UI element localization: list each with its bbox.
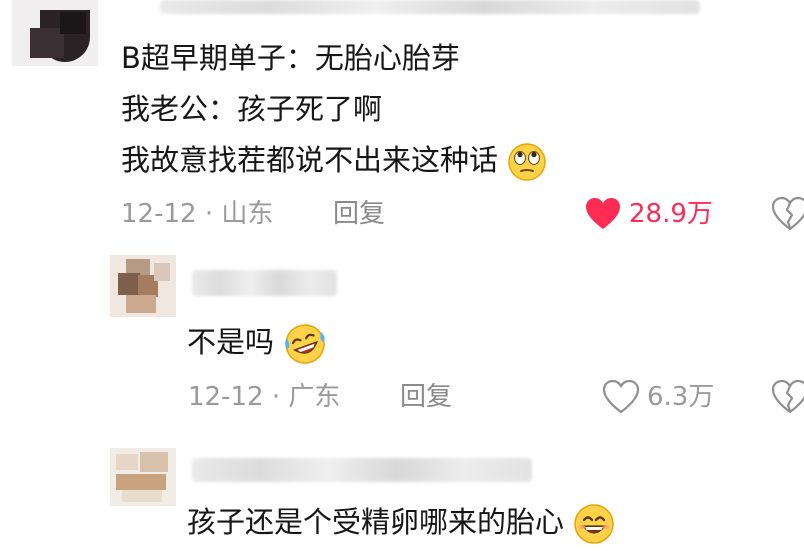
username-blurred[interactable] — [192, 270, 337, 296]
dislike-button[interactable] — [772, 380, 804, 414]
meta-separator: · — [204, 199, 222, 229]
like-button[interactable]: 28.9万 — [585, 196, 713, 232]
comment-text: 不是吗 — [187, 322, 327, 366]
comment-line: 我故意找茬都说不出来这种话 — [121, 143, 499, 177]
dislike-heart-icon — [772, 197, 804, 231]
dislike-button[interactable] — [772, 197, 804, 231]
comment-date: 12-12 — [188, 382, 264, 412]
heart-icon — [586, 198, 620, 229]
comment-meta: 12-12 · 广东 — [188, 382, 340, 412]
avatar[interactable] — [110, 448, 176, 506]
dislike-heart-icon — [772, 380, 804, 414]
comment-text: 孩子还是个受精卵哪来的胎心 — [187, 503, 615, 545]
comment-date: 12-12 — [121, 199, 197, 229]
avatar[interactable] — [110, 255, 176, 317]
username-blurred[interactable] — [192, 458, 532, 482]
meta-separator: · — [271, 382, 289, 412]
comment-location: 山东 — [221, 199, 274, 229]
laughing-crying-emoji — [285, 324, 325, 364]
like-count: 28.9万 — [629, 199, 713, 229]
comment-meta: 12-12 · 山东 — [121, 199, 273, 229]
eye-roll-emoji — [508, 143, 546, 181]
grinning-emoji — [574, 504, 614, 544]
like-count: 6.3万 — [647, 382, 715, 412]
reply-button[interactable]: 回复 — [400, 382, 452, 412]
avatar[interactable] — [12, 0, 98, 66]
username-blurred[interactable] — [160, 0, 700, 14]
comment-text: 我老公：孩子死了啊 — [121, 91, 382, 127]
reply-button[interactable]: 回复 — [333, 199, 385, 229]
like-button[interactable]: 6.3万 — [603, 379, 714, 415]
comment-line: 我老公：孩子死了啊 — [121, 92, 383, 126]
comment-line: B超早期单子：无胎心胎芽 — [121, 41, 460, 75]
comment-line: 不是吗 — [187, 325, 275, 359]
comment-location: 广东 — [288, 382, 341, 412]
comment-line: 孩子还是个受精卵哪来的胎心 — [187, 505, 565, 539]
comment-text: B超早期单子：无胎心胎芽 — [121, 40, 460, 76]
heart-icon — [603, 380, 639, 414]
comment-text: 我故意找茬都说不出来这种话 — [121, 142, 547, 182]
